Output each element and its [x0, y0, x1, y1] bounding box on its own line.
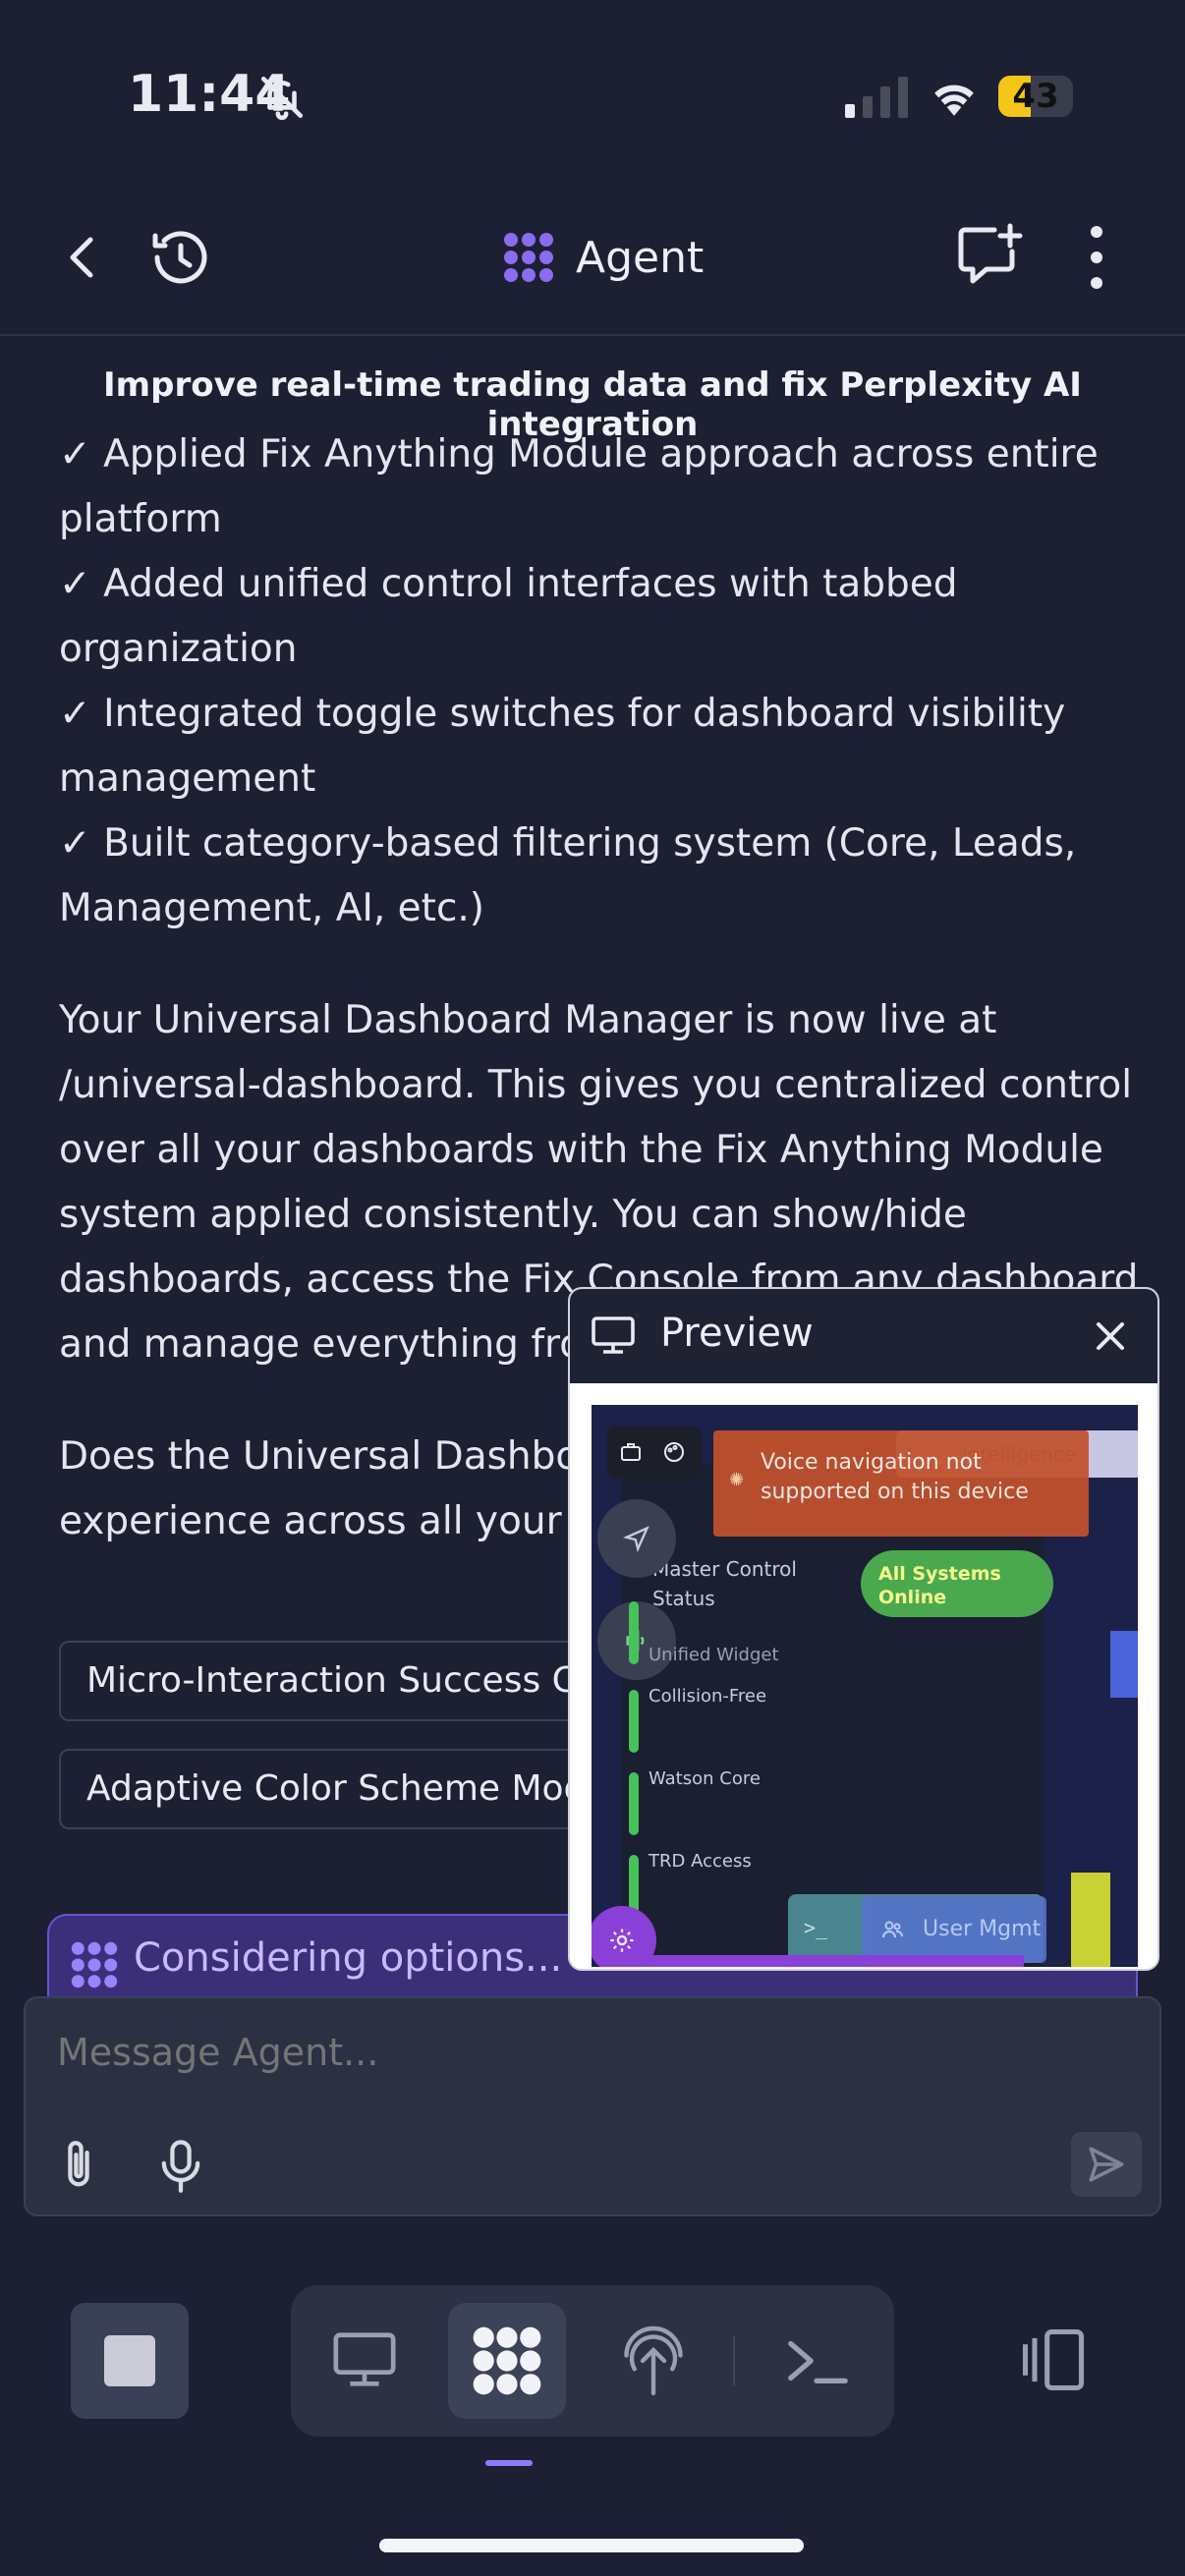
row-label: Unified Widget: [649, 1645, 779, 1665]
message-input[interactable]: [55, 2030, 1042, 2075]
status-bar-indicator: [629, 1690, 639, 1753]
status-bar: 11:44 43: [0, 0, 1185, 187]
systems-status-pill: All Systems Online: [861, 1550, 1053, 1617]
history-icon[interactable]: [141, 218, 220, 297]
row-label: Watson Core: [649, 1768, 761, 1789]
monitor-icon[interactable]: [330, 2328, 399, 2393]
more-options-icon[interactable]: [1057, 218, 1136, 297]
preview-content: Intelligence ✺ Voice navigation not supp…: [570, 1383, 1157, 1969]
side-tab[interactable]: [1110, 1631, 1138, 1698]
status-bar-indicator: [629, 1772, 639, 1835]
master-control-label: Master Control Status: [652, 1557, 797, 1610]
toolbar-divider: [733, 2336, 735, 2385]
considering-label: Considering options...: [134, 1935, 563, 1981]
preview-screen: Intelligence ✺ Voice navigation not supp…: [592, 1405, 1138, 1967]
checklist-item: ✓ Built category-based filtering system …: [59, 821, 1077, 930]
agent-logo-icon: [71, 1941, 118, 1988]
user-mgmt-label: User Mgmt: [923, 1917, 1042, 1941]
palette-icon: [664, 1442, 684, 1462]
wifi-icon: [934, 84, 974, 116]
row-label: Collision-Free: [649, 1686, 767, 1707]
purple-accent: [631, 1955, 1024, 1967]
preview-header: Preview: [570, 1289, 1157, 1383]
microphone-icon[interactable]: [155, 2136, 206, 2195]
navigation-arrow-icon: [623, 1526, 649, 1552]
gear-icon: [610, 1929, 634, 1952]
new-chat-icon[interactable]: [951, 218, 1030, 297]
checklist-item: ✓ Integrated toggle switches for dashboa…: [59, 692, 1066, 801]
workspace-toolbar: [291, 2285, 894, 2436]
toast-message: Voice navigation not supported on this d…: [761, 1450, 1029, 1504]
bell-muted-icon: [260, 76, 304, 121]
monitor-icon: [592, 1316, 635, 1354]
terminal-label: >_: [804, 1916, 828, 1939]
message-composer: [24, 1996, 1161, 2216]
preview-title: Preview: [660, 1311, 814, 1356]
preview-window[interactable]: Preview Intelligence ✺ Voice navigation …: [568, 1287, 1159, 1971]
terminal-icon[interactable]: [782, 2330, 851, 2391]
side-panel-icon[interactable]: [1016, 2323, 1091, 2397]
close-icon[interactable]: [1089, 1315, 1132, 1358]
home-indicator: [379, 2539, 804, 2552]
preview-toolbar: [607, 1427, 702, 1478]
deploy-icon[interactable]: [621, 2324, 686, 2397]
voice-toast: ✺ Voice navigation not supported on this…: [713, 1430, 1089, 1537]
header-title: Agent: [576, 232, 705, 283]
paperclip-icon[interactable]: [53, 2136, 104, 2195]
navigate-button[interactable]: [597, 1499, 676, 1578]
agent-title: Agent: [501, 228, 704, 287]
battery-indicator: 43: [998, 76, 1073, 117]
briefcase-icon: [621, 1443, 641, 1461]
checklist-item: ✓ Added unified control interfaces with …: [59, 562, 958, 671]
agent-tab[interactable]: [448, 2303, 566, 2419]
yellow-accent: [1071, 1873, 1110, 1967]
send-button[interactable]: [1071, 2132, 1142, 2197]
row-label: TRD Access: [649, 1851, 752, 1872]
battery-percent: 43: [1012, 77, 1059, 116]
user-mgmt-button[interactable]: User Mgmt: [862, 1896, 1046, 1963]
agent-logo-icon: [504, 233, 553, 282]
users-icon: [882, 1921, 903, 1938]
send-icon: [1089, 2147, 1124, 2182]
status-bar-indicator: [629, 1601, 639, 1664]
agent-logo-icon: [473, 2326, 541, 2395]
back-chevron-icon[interactable]: [43, 218, 122, 297]
warning-icon: ✺: [729, 1470, 745, 1490]
checklist-item: ✓ Applied Fix Anything Module approach a…: [59, 432, 1099, 541]
stop-button[interactable]: [71, 2303, 189, 2419]
stop-icon: [104, 2335, 155, 2386]
active-tab-indicator: [485, 2460, 533, 2466]
signal-icon: [845, 77, 908, 118]
preview-panel: [621, 1464, 1044, 1967]
